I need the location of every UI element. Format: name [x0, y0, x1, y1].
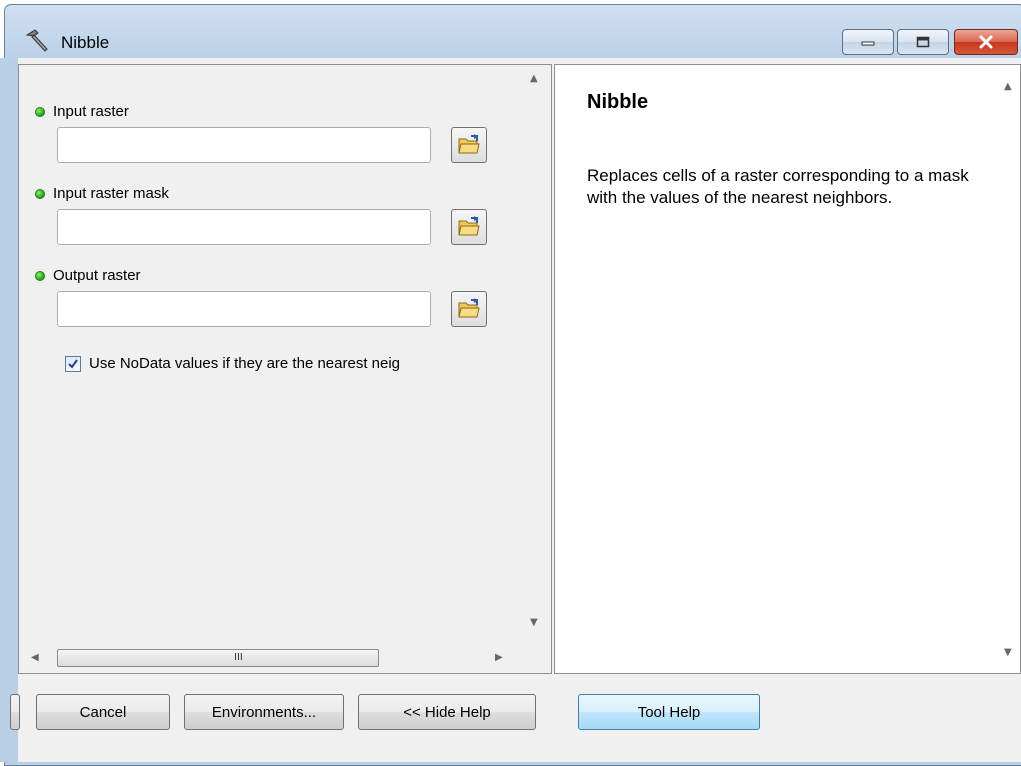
input-raster-mask-browse-button[interactable]	[451, 209, 487, 245]
required-dot-icon	[35, 188, 45, 199]
cancel-button[interactable]: Cancel	[36, 694, 170, 730]
scroll-right-icon[interactable]: ▶	[495, 652, 503, 663]
use-nodata-option[interactable]: Use NoData values if they are the neares…	[65, 355, 505, 372]
scroll-grip: III	[234, 652, 243, 663]
close-icon	[979, 35, 993, 49]
input-raster-label: Input raster	[35, 103, 129, 120]
parameters-vertical-scrollbar[interactable]: ▲ ▼	[519, 65, 551, 643]
required-dot-icon	[35, 106, 45, 117]
input-raster-label-text: Input raster	[53, 103, 129, 120]
maximize-icon	[916, 36, 930, 48]
horizontal-scroll-thumb[interactable]: III	[57, 649, 379, 667]
input-raster-mask-label-text: Input raster mask	[53, 185, 169, 202]
window-left-border	[0, 58, 18, 762]
open-folder-icon	[458, 134, 480, 154]
use-nodata-label: Use NoData values if they are the neares…	[89, 355, 401, 372]
open-folder-icon	[458, 216, 480, 236]
output-raster-label: Output raster	[35, 267, 141, 284]
output-raster-field[interactable]	[57, 291, 431, 327]
ok-button[interactable]	[10, 694, 20, 730]
maximize-button[interactable]	[897, 29, 949, 55]
help-description: Replaces cells of a raster corresponding…	[587, 166, 969, 207]
window-title: Nibble	[61, 33, 110, 52]
open-folder-icon	[458, 298, 480, 318]
output-raster-label-text: Output raster	[53, 267, 141, 284]
minimize-button[interactable]	[842, 29, 894, 55]
checkmark-icon	[68, 358, 78, 369]
required-dot-icon	[35, 270, 45, 281]
input-raster-field[interactable]	[57, 127, 431, 163]
minimize-icon	[861, 41, 875, 46]
parameters-pane: Input raster Input raster mask Output ra…	[18, 64, 552, 674]
output-raster-browse-button[interactable]	[451, 291, 487, 327]
help-pane: Nibble Replaces cells of a raster corres…	[554, 64, 1021, 674]
input-raster-mask-label: Input raster mask	[35, 185, 169, 202]
scroll-up-icon[interactable]: ▲	[530, 73, 538, 84]
help-title: Nibble	[587, 91, 649, 113]
close-button[interactable]	[954, 29, 1018, 55]
parameters-horizontal-scrollbar[interactable]: ◀ III ▶	[19, 643, 519, 673]
title-bar[interactable]: Nibble	[5, 5, 1021, 61]
hide-help-button[interactable]: << Hide Help	[358, 694, 536, 730]
dialog-client-area: Input raster Input raster mask Output ra…	[10, 58, 1021, 762]
input-raster-browse-button[interactable]	[451, 127, 487, 163]
input-raster-mask-field[interactable]	[57, 209, 431, 245]
scroll-down-icon[interactable]: ▼	[530, 617, 538, 628]
environments-button[interactable]: Environments...	[184, 694, 344, 730]
hammer-icon	[25, 29, 48, 52]
help-scroll-up-icon[interactable]: ▲	[1004, 81, 1012, 92]
scroll-left-icon[interactable]: ◀	[31, 652, 39, 663]
help-scroll-down-icon[interactable]: ▼	[1004, 647, 1012, 658]
use-nodata-checkbox[interactable]	[65, 355, 81, 372]
tool-help-button[interactable]: Tool Help	[578, 694, 760, 730]
